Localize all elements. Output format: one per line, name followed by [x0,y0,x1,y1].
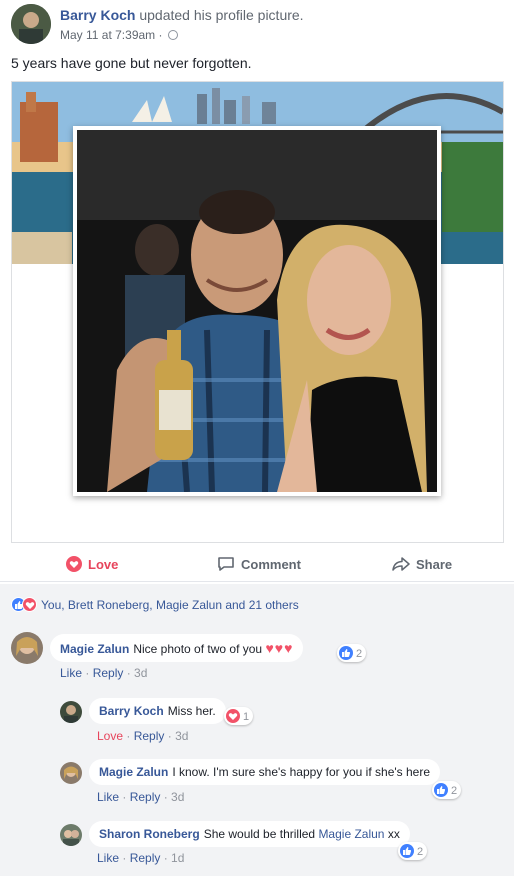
reaction-count: 2 [451,785,458,797]
post-header: Barry Koch updated his profile picture. [60,7,304,23]
reaction-badge[interactable]: 1 [224,707,254,725]
globe-icon [167,30,178,40]
avatar[interactable] [60,762,82,784]
comment-bubble: Sharon Roneberg She would be thrilled Mag… [89,821,410,847]
share-label: Share [416,557,453,572]
reaction-badge[interactable]: 2 [337,644,367,662]
comment-meta: Like · Reply · 1d [97,851,185,865]
comments-section: You, Brett Roneberg, Magie Zalun and 21 … [0,584,514,876]
post-photo[interactable] [11,81,504,543]
comment-text: She would be thrilled [203,827,316,841]
comment-label: Comment [241,557,301,572]
reaction-badge[interactable]: 2 [398,842,428,860]
like-link[interactable]: Like [97,851,119,865]
share-button[interactable]: Share [392,556,452,575]
heart-emoji: ♥♥♥ [265,640,294,656]
heart-icon [22,597,37,612]
reaction-count: 2 [356,648,363,660]
comment-text: Nice photo of two of you [133,642,263,656]
comment-text: Miss her. [167,704,216,718]
profile-picture[interactable] [73,126,441,496]
commenter-name[interactable]: Sharon Roneberg [99,827,200,841]
love-button[interactable]: Love [66,556,118,575]
comment-icon [217,556,235,575]
like-link[interactable]: Like [60,666,82,680]
like-icon [434,783,448,797]
love-link[interactable]: Love [97,729,123,743]
post-card: Barry Koch updated his profile picture. … [0,0,514,584]
mention-link[interactable]: Magie Zalun [318,827,384,841]
comment-bubble: Magie Zalun I know. I'm sure she's happy … [89,759,441,785]
reaction-badge[interactable]: 2 [432,781,462,799]
comment-text: I know. I'm sure she's happy for you if … [172,765,431,779]
reaction-count: 2 [417,846,424,858]
commenter-name[interactable]: Magie Zalun [60,642,129,656]
post-action-text: updated his profile picture. [139,7,304,23]
comment-time[interactable]: 3d [175,729,188,743]
heart-icon [226,709,240,723]
post-caption: 5 years have gone but never forgotten. [11,55,252,71]
comment-meta: Like · Reply · 3d [97,790,185,804]
post-actions-bar: Love Comment Share [0,548,514,582]
reply-link[interactable]: Reply [130,790,161,804]
comment-meta: Like · Reply · 3d [60,666,148,680]
reply-link[interactable]: Reply [93,666,124,680]
author-name[interactable]: Barry Koch [60,7,135,23]
reactions-text: You, Brett Roneberg, Magie Zalun and 21 … [41,598,299,612]
post-meta: May 11 at 7:39am · [60,28,178,42]
reaction-count: 1 [243,711,250,723]
post-date[interactable]: May 11 at 7:39am [60,28,155,42]
like-link[interactable]: Like [97,790,119,804]
avatar[interactable] [11,632,43,664]
reactions-summary[interactable]: You, Brett Roneberg, Magie Zalun and 21 … [11,597,299,612]
comment-bubble: Magie Zalun Nice photo of two of you ♥♥♥ [50,634,304,662]
comment-button[interactable]: Comment [217,556,301,575]
like-icon [400,844,414,858]
comment-meta: Love · Reply · 3d [97,729,189,743]
author-avatar[interactable] [11,4,51,44]
reply-link[interactable]: Reply [134,729,165,743]
like-icon [339,646,353,660]
comment-time[interactable]: 1d [171,851,184,865]
avatar[interactable] [60,824,82,846]
comment-time[interactable]: 3d [134,666,147,680]
avatar[interactable] [60,701,82,723]
love-label: Love [88,557,119,572]
share-icon [392,556,410,575]
reply-link[interactable]: Reply [130,851,161,865]
heart-icon [66,556,82,575]
commenter-name[interactable]: Magie Zalun [99,765,168,779]
comment-suffix: xx [387,827,400,841]
commenter-name[interactable]: Barry Koch [99,704,164,718]
comment-bubble: Barry Koch Miss her. [89,698,226,724]
meta-separator: · [158,28,163,42]
comment-time[interactable]: 3d [171,790,184,804]
